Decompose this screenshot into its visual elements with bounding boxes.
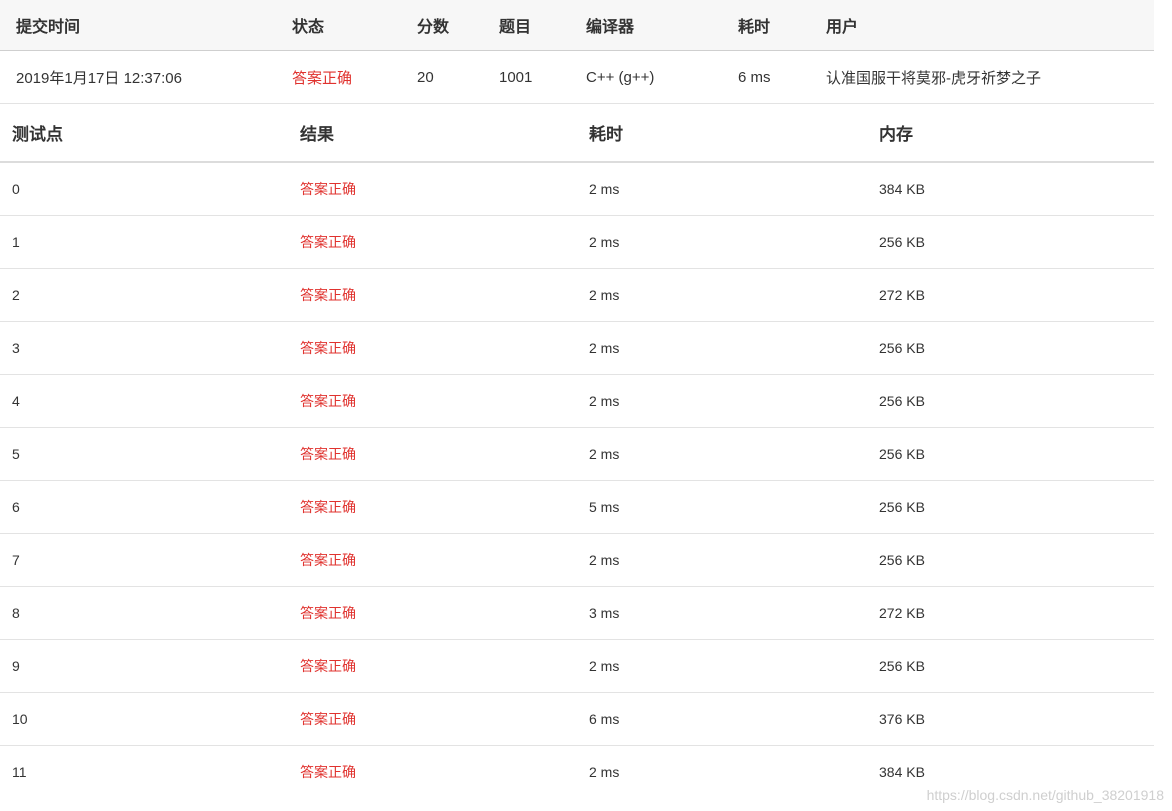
submission-table-header: 提交时间 状态 分数 题目 编译器 耗时 用户 <box>0 0 1154 51</box>
submission-table: 提交时间 状态 分数 题目 编译器 耗时 用户 2019年1月17日 12:37… <box>0 0 1154 104</box>
testcase-table-header: 测试点 结果 耗时 内存 <box>0 104 1154 163</box>
testcase-memory: 376 KB <box>879 711 925 727</box>
watermark-text: https://blog.csdn.net/github_38201918 <box>926 787 1164 803</box>
testcase-elapsed: 3 ms <box>589 605 620 621</box>
testcase-memory: 272 KB <box>879 287 925 303</box>
testcase-elapsed: 2 ms <box>589 446 620 462</box>
testcase-result: 答案正确 <box>300 605 356 621</box>
judge-result-page: 提交时间 状态 分数 题目 编译器 耗时 用户 2019年1月17日 12:37… <box>0 0 1154 798</box>
testcase-memory: 256 KB <box>879 234 925 250</box>
testcase-memory: 256 KB <box>879 658 925 674</box>
testcase-result: 答案正确 <box>300 658 356 674</box>
table-row: 5 答案正确 2 ms 256 KB <box>0 428 1154 481</box>
table-row: 10 答案正确 6 ms 376 KB <box>0 693 1154 746</box>
testcase-result: 答案正确 <box>300 552 356 568</box>
header-status: 状态 <box>292 19 325 36</box>
testcase-id: 0 <box>12 181 20 197</box>
testcase-result: 答案正确 <box>300 446 356 462</box>
testcase-elapsed: 2 ms <box>589 234 620 250</box>
table-row: 1 答案正确 2 ms 256 KB <box>0 216 1154 269</box>
testcase-memory: 256 KB <box>879 446 925 462</box>
testcase-table: 测试点 结果 耗时 内存 0 答案正确 2 ms 384 KB 1 答案正确 2… <box>0 104 1154 798</box>
testcase-id: 5 <box>12 446 20 462</box>
submit-time: 2019年1月17日 12:37:06 <box>16 69 182 87</box>
testcase-elapsed: 2 ms <box>589 181 620 197</box>
header-memory: 内存 <box>879 125 913 144</box>
testcase-elapsed: 2 ms <box>589 393 620 409</box>
testcase-memory: 256 KB <box>879 393 925 409</box>
testcase-id: 8 <box>12 605 20 621</box>
testcase-id: 7 <box>12 552 20 568</box>
testcase-memory: 256 KB <box>879 499 925 515</box>
testcase-memory: 384 KB <box>879 764 925 780</box>
testcase-id: 2 <box>12 287 20 303</box>
table-row: 6 答案正确 5 ms 256 KB <box>0 481 1154 534</box>
testcase-elapsed: 2 ms <box>589 287 620 303</box>
submission-row: 2019年1月17日 12:37:06 答案正确 20 1001 C++ (g+… <box>0 51 1154 104</box>
testcase-memory: 256 KB <box>879 340 925 356</box>
submission-compiler: C++ (g++) <box>586 68 655 86</box>
table-row: 4 答案正确 2 ms 256 KB <box>0 375 1154 428</box>
testcase-result: 答案正确 <box>300 764 356 780</box>
header-submit-time: 提交时间 <box>16 19 81 36</box>
testcase-id: 1 <box>12 234 20 250</box>
header-result: 结果 <box>300 125 334 144</box>
submission-score: 20 <box>417 68 434 86</box>
submission-user: 认准国服干将莫邪-虎牙祈梦之子 <box>826 69 1041 87</box>
testcase-elapsed: 6 ms <box>589 711 620 727</box>
testcase-id: 9 <box>12 658 20 674</box>
testcase-id: 6 <box>12 499 20 515</box>
testcase-id: 3 <box>12 340 20 356</box>
table-row: 0 答案正确 2 ms 384 KB <box>0 163 1154 216</box>
testcase-elapsed: 2 ms <box>589 658 620 674</box>
header-compiler: 编译器 <box>586 19 635 36</box>
testcase-id: 10 <box>12 711 28 727</box>
table-row: 2 答案正确 2 ms 272 KB <box>0 269 1154 322</box>
header-score: 分数 <box>417 19 450 36</box>
header-testcase: 测试点 <box>12 125 63 144</box>
testcase-result: 答案正确 <box>300 711 356 727</box>
table-row: 7 答案正确 2 ms 256 KB <box>0 534 1154 587</box>
table-row: 3 答案正确 2 ms 256 KB <box>0 322 1154 375</box>
testcase-elapsed: 2 ms <box>589 552 620 568</box>
testcase-id: 4 <box>12 393 20 409</box>
header-case-elapsed: 耗时 <box>589 125 623 144</box>
table-row: 8 答案正确 3 ms 272 KB <box>0 587 1154 640</box>
testcase-memory: 384 KB <box>879 181 925 197</box>
submission-elapsed: 6 ms <box>738 68 771 86</box>
testcase-result: 答案正确 <box>300 287 356 303</box>
submission-problem: 1001 <box>499 68 533 86</box>
table-row: 9 答案正确 2 ms 256 KB <box>0 640 1154 693</box>
header-user: 用户 <box>826 19 859 36</box>
testcase-memory: 256 KB <box>879 552 925 568</box>
testcase-elapsed: 5 ms <box>589 499 620 515</box>
testcase-elapsed: 2 ms <box>589 764 620 780</box>
testcase-result: 答案正确 <box>300 499 356 515</box>
testcase-result: 答案正确 <box>300 234 356 250</box>
header-elapsed: 耗时 <box>738 19 771 36</box>
header-problem: 题目 <box>499 19 532 36</box>
testcase-elapsed: 2 ms <box>589 340 620 356</box>
testcase-result: 答案正确 <box>300 393 356 409</box>
submission-status: 答案正确 <box>292 69 353 87</box>
testcase-memory: 272 KB <box>879 605 925 621</box>
testcase-result: 答案正确 <box>300 181 356 197</box>
testcase-result: 答案正确 <box>300 340 356 356</box>
testcase-id: 11 <box>12 764 27 780</box>
